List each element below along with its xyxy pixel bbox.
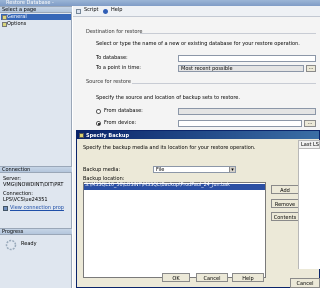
backup-location-list[interactable]: S:\MSSQL10_50\LOSINT\MSSQL\Backup\ProdPa… (83, 182, 266, 278)
from-device-label: From device: (104, 120, 137, 126)
to-database-combo[interactable] (178, 55, 316, 62)
from-device-browse-button[interactable]: ... (304, 120, 316, 127)
help-button[interactable]: Help (109, 8, 124, 15)
remove-button[interactable]: Remove (271, 199, 299, 208)
page-item-options[interactable]: Options (1, 21, 71, 27)
to-database-label: To database: (96, 55, 128, 61)
add-button-label: Add (280, 188, 290, 194)
from-database-label: From database: (104, 108, 143, 114)
script-icon (76, 8, 81, 14)
page-item-general[interactable]: General (1, 14, 71, 20)
location-file: ProdPaul_24_Jun.bak (180, 183, 230, 188)
dialog-app-icon (79, 132, 84, 138)
toolbar: Script Help (73, 6, 320, 17)
point-in-time-browse-button[interactable]: ... (306, 65, 316, 72)
contents-button-label: Contents (273, 215, 297, 221)
from-device-field[interactable] (178, 120, 302, 127)
progress-status: Ready (21, 241, 37, 247)
specify-backup-dialog: Specify Backup Specify the backup media … (76, 130, 320, 288)
backup-sets-grid-header: Last LS (298, 140, 320, 149)
cancel-button-label: Cancel (203, 276, 221, 282)
help-button-label: Help (242, 276, 254, 282)
group-divider (132, 83, 316, 84)
progress-label: Progress (2, 229, 24, 235)
add-button[interactable]: Add (271, 185, 299, 194)
backup-media-value: File (156, 167, 165, 173)
page-icon (2, 22, 7, 27)
backup-sets-grid (298, 149, 320, 269)
chevron-down-icon: ▾ (229, 167, 235, 173)
list-item[interactable]: S:\MSSQL10_50\LOSINT\MSSQL\Backup\ProdPa… (84, 183, 265, 190)
point-in-time-field[interactable]: Most recent possible (178, 65, 304, 72)
from-device-radio[interactable] (96, 121, 101, 126)
properties-icon (3, 206, 8, 211)
source-description: Specify the source and location of backu… (96, 95, 240, 101)
backup-media-select[interactable]: File ▾ (153, 166, 236, 173)
remove-button-label: Remove (274, 202, 296, 208)
view-connection-properties-link[interactable]: View connection prop (10, 206, 64, 211)
connection-value: LPS\VCS\ue24351 (3, 197, 48, 203)
ok-button-label: OK (172, 276, 180, 282)
from-database-combo[interactable] (178, 108, 316, 115)
ok-button[interactable]: OK (162, 273, 190, 282)
window-title: Restore Database - (6, 0, 54, 6)
script-button[interactable]: Script (82, 8, 101, 15)
select-page-label: Select a page (2, 7, 37, 13)
server-value: VMG\INOWDINT\DIT\PRT (3, 182, 64, 188)
page-icon (2, 15, 7, 20)
progress-spinner-icon (5, 239, 17, 251)
cancel-button[interactable]: Cancel (196, 273, 228, 282)
outer-cancel-label: Cancel (296, 281, 314, 287)
point-in-time-label: To a point in time: (96, 65, 141, 71)
contents-button[interactable]: Contents (271, 212, 299, 221)
help-icon (103, 9, 108, 14)
outer-cancel-button[interactable]: Cancel (290, 278, 320, 288)
dialog-title-bar: Specify Backup (77, 131, 319, 139)
from-database-radio[interactable] (96, 109, 101, 114)
source-group-label: Source for restore (86, 79, 131, 85)
progress-header: Progress (0, 228, 72, 235)
connection-header: Connection (0, 166, 72, 173)
page-item-label: Options (7, 21, 27, 27)
group-divider (140, 33, 316, 34)
point-in-time-value: Most recent possible (181, 66, 233, 72)
dialog-description: Specify the backup media and its locatio… (83, 145, 256, 151)
page-item-label: General (7, 14, 27, 20)
left-pane: Select a page General Options Connection… (0, 6, 72, 288)
destination-group-label: Destination for restore (86, 29, 143, 35)
destination-description: Select or type the name of a new or exis… (96, 41, 300, 47)
dialog-title: Specify Backup (86, 132, 130, 139)
select-page-header: Select a page (0, 6, 72, 13)
backup-media-label: Backup media: (83, 167, 121, 173)
location-path: S:\MSSQL10_50\LOSINT\MSSQL\Backup\ (85, 183, 181, 188)
connection-label: Connection (2, 167, 31, 173)
last-lsn-header: Last LS (301, 142, 319, 148)
dialog-help-button[interactable]: Help (232, 273, 264, 282)
